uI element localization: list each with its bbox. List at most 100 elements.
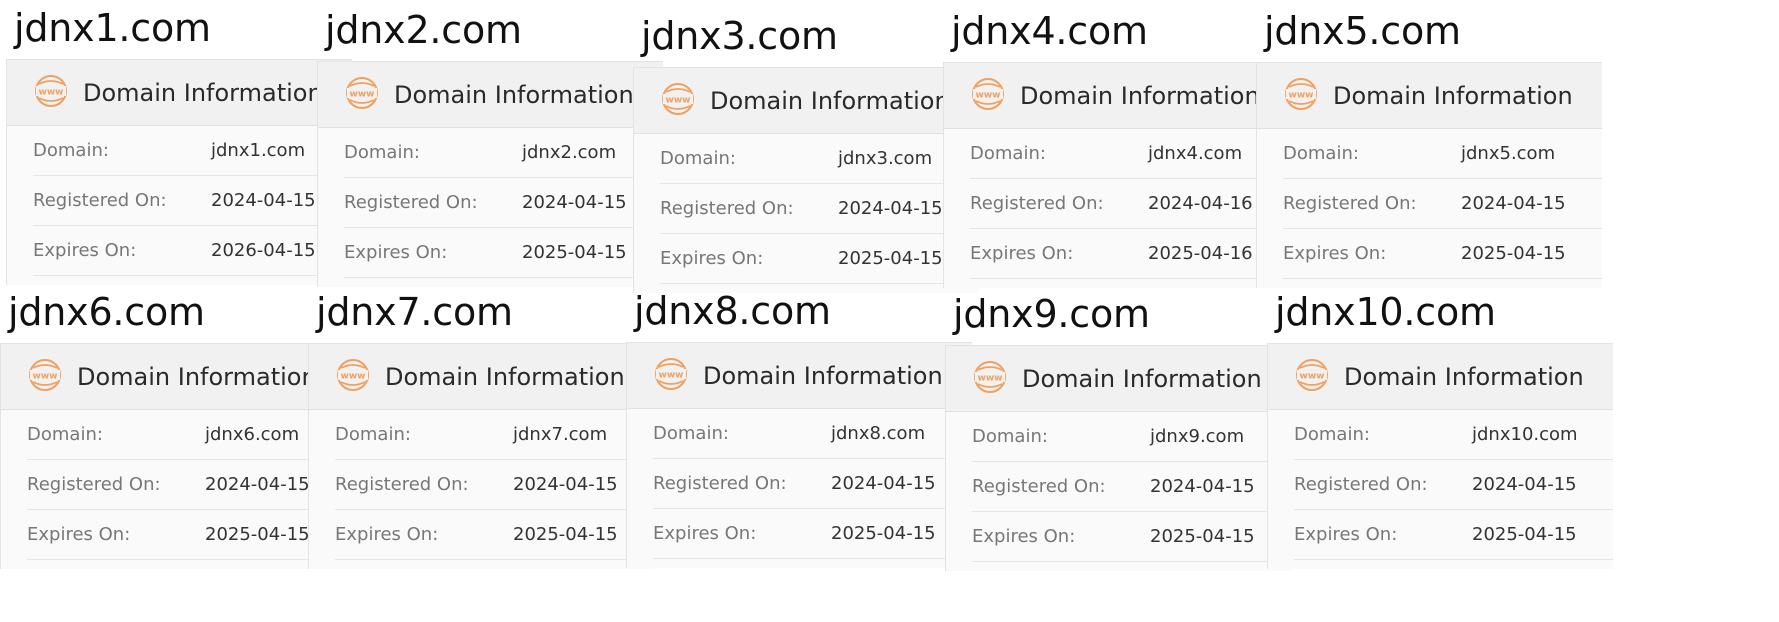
domain-info-card: www Domain Information Domain: jdnx3.com… <box>633 67 979 293</box>
domain-label: Domain: <box>27 424 103 445</box>
registered-row: Registered On: 2024-04-15 <box>972 462 1291 512</box>
domain-row: Domain: jdnx10.com <box>1294 410 1613 460</box>
domain-heading: jdnx6.com <box>8 290 205 334</box>
domain-info-card: www Domain Information Domain: jdnx7.com… <box>308 343 654 569</box>
expires-value: 2025-04-15 <box>1461 243 1566 264</box>
card-body: Domain: jdnx1.com Registered On: 2024-04… <box>7 126 352 276</box>
card-header: www Domain Information <box>1 344 346 410</box>
expires-row: Expires On: 2025-04-15 <box>27 510 346 560</box>
registered-row: Registered On: 2024-04-15 <box>335 460 654 510</box>
card-title: Domain Information <box>1022 364 1262 393</box>
expires-label: Expires On: <box>1283 243 1387 264</box>
domain-tile: jdnx5.com www Domain Information Domain: <box>1256 3 1602 293</box>
domain-tile: jdnx3.com www Domain Information Domain: <box>633 8 979 298</box>
expires-label: Expires On: <box>660 248 764 269</box>
domain-label: Domain: <box>660 148 736 169</box>
registered-value: 2024-04-15 <box>1461 193 1566 214</box>
domain-grid: jdnx1.com www Domain Information Domain: <box>0 0 1779 622</box>
expires-value: 2025-04-15 <box>513 524 618 545</box>
card-body: Domain: jdnx4.com Registered On: 2024-04… <box>944 129 1289 279</box>
domain-label: Domain: <box>653 423 729 444</box>
www-globe-icon: www <box>33 73 69 113</box>
domain-info-card: www Domain Information Domain: jdnx6.com… <box>0 343 346 569</box>
domain-info-card: www Domain Information Domain: jdnx1.com… <box>6 59 352 285</box>
card-body: Domain: jdnx10.com Registered On: 2024-0… <box>1268 410 1613 560</box>
card-title: Domain Information <box>703 361 943 390</box>
domain-row: Domain: jdnx3.com <box>660 134 979 184</box>
domain-label: Domain: <box>335 424 411 445</box>
expires-value: 2025-04-15 <box>205 524 310 545</box>
registered-row: Registered On: 2024-04-15 <box>27 460 346 510</box>
registered-value: 2024-04-15 <box>831 473 936 494</box>
expires-value: 2025-04-15 <box>831 523 936 544</box>
expires-row: Expires On: 2025-04-15 <box>653 509 972 559</box>
expires-value: 2025-04-16 <box>1148 243 1253 264</box>
registered-label: Registered On: <box>27 474 161 495</box>
domain-info-card: www Domain Information Domain: jdnx2.com… <box>317 61 663 287</box>
domain-value: jdnx7.com <box>513 424 608 445</box>
expires-row: Expires On: 2025-04-15 <box>972 512 1291 562</box>
expires-label: Expires On: <box>33 240 137 261</box>
card-body: Domain: jdnx9.com Registered On: 2024-04… <box>946 412 1291 562</box>
expires-label: Expires On: <box>972 526 1076 547</box>
registered-row: Registered On: 2024-04-15 <box>653 459 972 509</box>
card-header: www Domain Information <box>944 63 1289 129</box>
expires-label: Expires On: <box>344 242 448 263</box>
expires-label: Expires On: <box>335 524 439 545</box>
svg-text:www: www <box>976 90 1001 100</box>
domain-tile: jdnx7.com www Domain Information Domain: <box>308 284 654 574</box>
www-globe-icon: www <box>344 75 380 115</box>
www-globe-icon: www <box>653 356 689 396</box>
expires-row: Expires On: 2026-04-15 <box>33 226 352 276</box>
expires-row: Expires On: 2025-04-15 <box>1283 229 1602 279</box>
svg-text:www: www <box>341 371 366 381</box>
domain-label: Domain: <box>1294 424 1370 445</box>
card-header: www Domain Information <box>1268 344 1613 410</box>
www-globe-icon: www <box>1283 76 1319 116</box>
registered-label: Registered On: <box>1283 193 1417 214</box>
domain-heading: jdnx4.com <box>951 9 1148 53</box>
domain-value: jdnx9.com <box>1150 426 1245 447</box>
expires-label: Expires On: <box>653 523 757 544</box>
domain-value: jdnx8.com <box>831 423 926 444</box>
expires-value: 2025-04-15 <box>838 248 943 269</box>
card-header: www Domain Information <box>318 62 663 128</box>
registered-row: Registered On: 2024-04-15 <box>344 178 663 228</box>
registered-label: Registered On: <box>660 198 794 219</box>
card-header: www Domain Information <box>627 343 972 409</box>
registered-row: Registered On: 2024-04-15 <box>1283 179 1602 229</box>
card-header: www Domain Information <box>1257 63 1602 129</box>
svg-text:www: www <box>978 373 1003 383</box>
card-body: Domain: jdnx2.com Registered On: 2024-04… <box>318 128 663 278</box>
domain-info-card: www Domain Information Domain: jdnx8.com… <box>626 342 972 568</box>
domain-tile: jdnx4.com www Domain Information Domain: <box>943 3 1289 293</box>
domain-info-card: www Domain Information Domain: jdnx10.co… <box>1267 343 1613 569</box>
domain-heading: jdnx9.com <box>953 292 1150 336</box>
card-body: Domain: jdnx8.com Registered On: 2024-04… <box>627 409 972 559</box>
domain-row: Domain: jdnx2.com <box>344 128 663 178</box>
domain-tile: jdnx1.com www Domain Information Domain: <box>6 0 352 290</box>
domain-heading: jdnx10.com <box>1275 290 1496 334</box>
domain-value: jdnx10.com <box>1472 424 1578 445</box>
domain-heading: jdnx8.com <box>634 289 831 333</box>
domain-tile: jdnx9.com www Domain Information Domain: <box>945 286 1291 576</box>
registered-label: Registered On: <box>972 476 1106 497</box>
svg-text:www: www <box>1289 90 1314 100</box>
domain-value: jdnx3.com <box>838 148 933 169</box>
card-header: www Domain Information <box>946 346 1291 412</box>
expires-row: Expires On: 2025-04-15 <box>1294 510 1613 560</box>
domain-row: Domain: jdnx5.com <box>1283 129 1602 179</box>
domain-value: jdnx1.com <box>211 140 306 161</box>
svg-text:www: www <box>666 95 691 105</box>
domain-tile: jdnx10.com www Domain Information Domain… <box>1267 284 1613 574</box>
expires-row: Expires On: 2025-04-15 <box>660 234 979 284</box>
expires-row: Expires On: 2025-04-16 <box>970 229 1289 279</box>
card-body: Domain: jdnx7.com Registered On: 2024-04… <box>309 410 654 560</box>
domain-heading: jdnx3.com <box>641 14 838 58</box>
registered-row: Registered On: 2024-04-15 <box>33 176 352 226</box>
registered-label: Registered On: <box>33 190 167 211</box>
svg-text:www: www <box>350 89 375 99</box>
domain-label: Domain: <box>972 426 1048 447</box>
card-title: Domain Information <box>394 80 634 109</box>
domain-label: Domain: <box>970 143 1046 164</box>
